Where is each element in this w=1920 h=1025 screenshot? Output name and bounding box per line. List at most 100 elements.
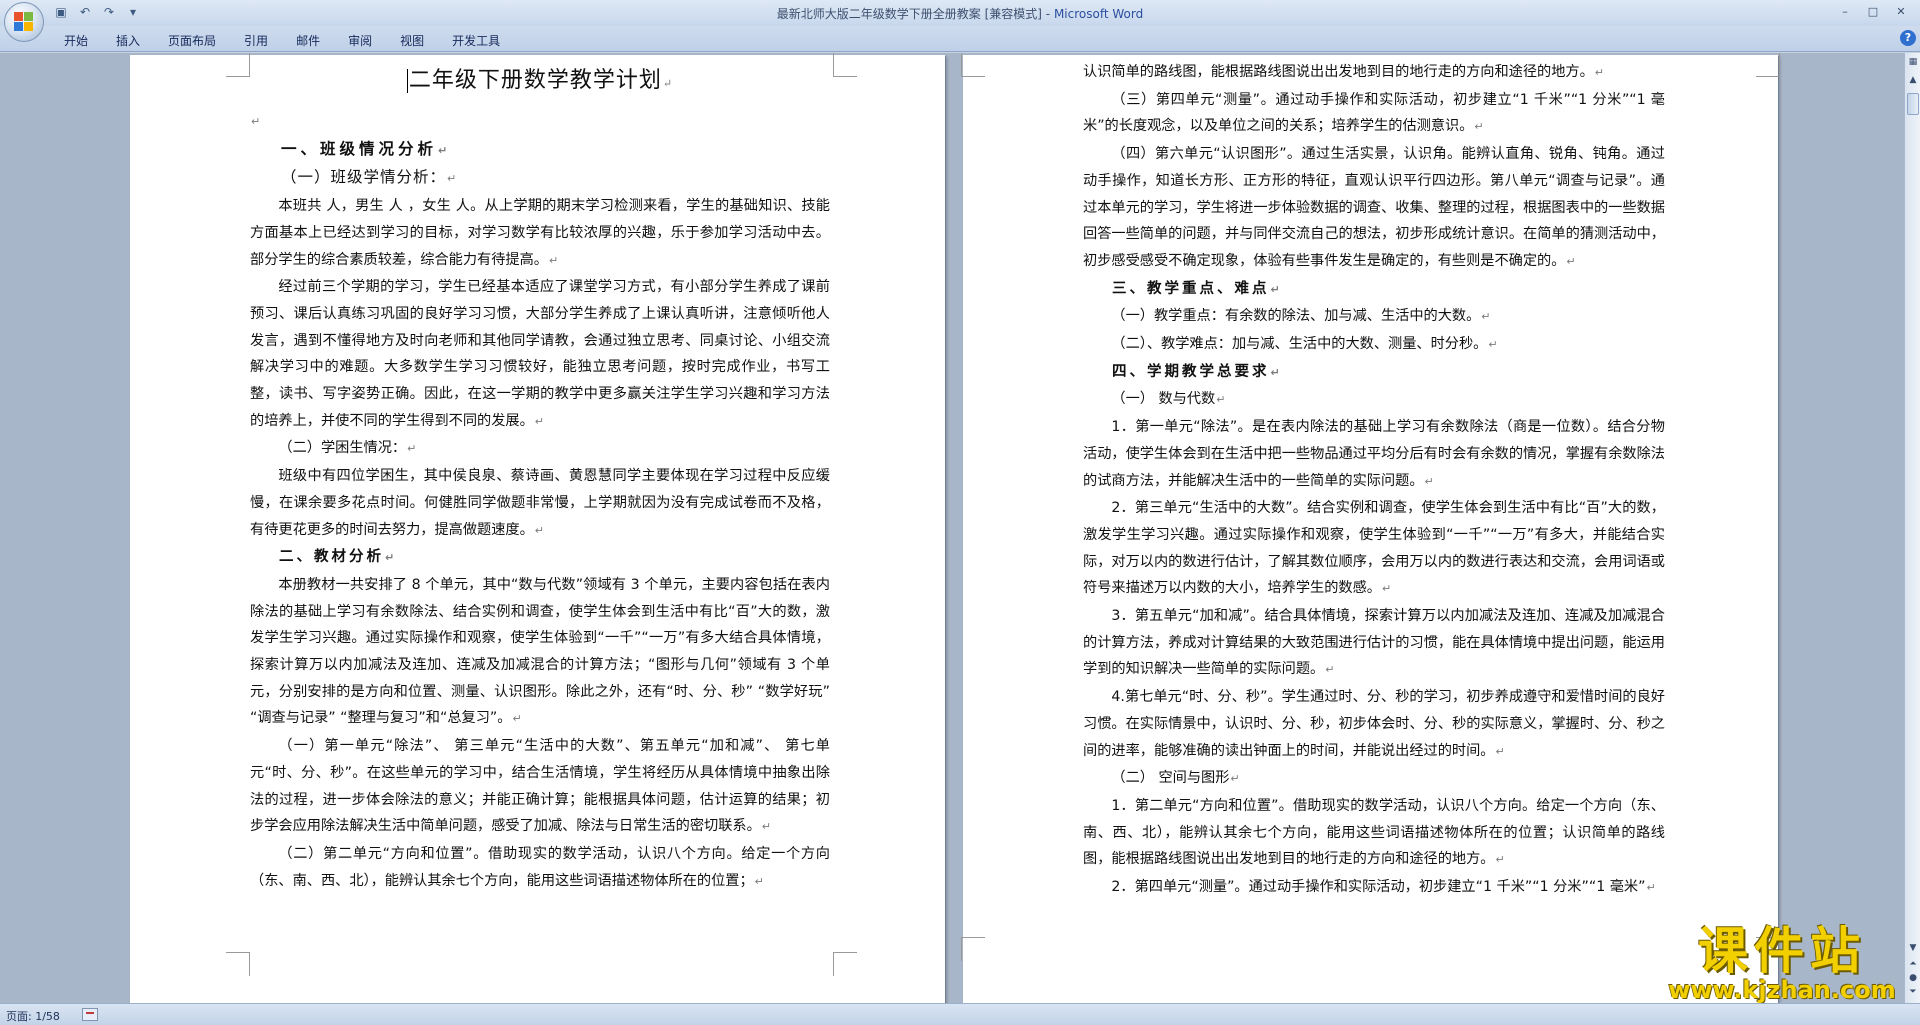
crop-mark <box>1756 53 1780 77</box>
document-paragraph[interactable]: 二、教材分析↵ <box>250 544 830 572</box>
document-paragraph[interactable]: （一）教学重点：有余数的除法、加与减、生活中的大数。↵ <box>1083 303 1665 331</box>
office-logo-icon <box>14 12 34 32</box>
paragraph-text: 1．第一单元“除法”。是在表内除法的基础上学习有余数除法（商是一位数）。结合分物… <box>1083 419 1665 489</box>
paragraph-text: 一、班级情况分析 <box>281 139 438 158</box>
document-paragraph[interactable]: 三、教学重点、难点↵ <box>1083 276 1665 304</box>
document-paragraph[interactable]: 认识简单的路线图，能根据路线图说出出发地到目的地行走的方向和途径的地方。↵ <box>1083 59 1665 87</box>
document-paragraph[interactable]: 本班共 人，男生 人 ，女生 人。从上学期的期末学习检测来看，学生的基础知识、技… <box>250 193 830 274</box>
paragraph-text: （二）学困生情况： <box>278 440 407 457</box>
ribbon-tab[interactable]: 开始 <box>50 30 102 51</box>
title-bar: ▣ ↶ ↷ ▾ 最新北师大版二年级数学下册全册教案 [兼容模式] - Micro… <box>0 0 1920 26</box>
app-name: Microsoft Word <box>1053 7 1144 21</box>
document-paragraph[interactable]: （二）第二单元“方向和位置”。借助现实的数学活动，认识八个方向。给定一个方向（东… <box>250 841 830 895</box>
paragraph-text: （三）第四单元“测量”。通过动手操作和实际活动，初步建立“1 千米”“1 分米”… <box>1083 91 1665 135</box>
paragraph-text: （二）第二单元“方向和位置”。借助现实的数学活动，认识八个方向。给定一个方向（东… <box>250 845 830 889</box>
document-paragraph[interactable]: （四）第六单元“认识图形”。通过生活实景，认识角。能辨认直角、锐角、钝角。通过动… <box>1083 141 1665 276</box>
vertical-scrollbar[interactable]: ▦ ▲ ▼ ⏶ ● ⏷ <box>1904 53 1920 1003</box>
ribbon-tab[interactable]: 插入 <box>102 30 154 51</box>
scroll-thumb[interactable] <box>1907 93 1919 115</box>
ribbon-tab[interactable]: 引用 <box>230 30 282 51</box>
document-page-2[interactable]: 认识简单的路线图，能根据路线图说出出发地到目的地行走的方向和途径的地方。↵ （三）… <box>961 53 1780 1003</box>
paragraph-text: 二、教材分析 <box>279 549 384 566</box>
previous-page-icon[interactable]: ⏶ <box>1906 957 1920 971</box>
crop-mark <box>833 952 857 976</box>
paragraph-text: 4.第七单元“时、分、秒”。学生通过时、分、秒的学习，初步养成遵守和爱惜时间的良… <box>1083 689 1665 759</box>
text-cursor <box>406 69 408 93</box>
ruler-toggle-icon[interactable]: ▦ <box>1906 55 1920 69</box>
document-paragraph[interactable]: 本册教材一共安排了 8 个单元，其中“数与代数”领域有 3 个单元，主要内容包括… <box>250 572 830 733</box>
ribbon-tab[interactable]: 审阅 <box>334 30 386 51</box>
paragraph-text: 2．第四单元“测量”。通过动手操作和实际活动，初步建立“1 千米”“1 分米”“… <box>1111 879 1646 896</box>
document-paragraph[interactable]: 1．第二单元“方向和位置”。借助现实的数学活动，认识八个方向。给定一个方向（东、… <box>1083 793 1665 874</box>
paragraph-mark-icon: ↵ <box>438 143 452 157</box>
document-paragraph[interactable]: 一、班级情况分析↵ <box>250 136 830 165</box>
ribbon-tab[interactable]: 页面布局 <box>154 30 230 51</box>
document-heading: 二年级下册数学教学计划↵ <box>406 68 674 93</box>
paragraph-text: 认识简单的路线图，能根据路线图说出出发地到目的地行走的方向和途径的地方。 <box>1083 64 1594 80</box>
ribbon-tab[interactable]: 邮件 <box>282 30 334 51</box>
document-paragraph[interactable]: 2．第三单元“生活中的大数”。结合实例和调查，使学生体会到生活中有比“百”大的数… <box>1083 495 1665 603</box>
document-workspace[interactable]: 二年级下册数学教学计划↵ ↵ 一、班级情况分析↵ （一）班级学情分析：↵ 本班共 人，… <box>0 53 1904 1003</box>
watermark-url: www.kjzhan.com <box>1668 976 1896 1004</box>
paragraph-mark-icon: ↵ <box>1230 772 1240 786</box>
document-paragraph[interactable]: ↵ <box>250 108 830 136</box>
document-paragraph[interactable]: 班级中有四位学困生，其中侯良泉、蔡诗画、黄恩慧同学主要体现在学习过程中反应缓慢，… <box>250 463 830 544</box>
document-paragraph[interactable]: （一）班级学情分析：↵ <box>250 164 830 193</box>
paragraph-text: 本班共 人，男生 人 ，女生 人。从上学期的期末学习检测来看，学生的基础知识、技… <box>250 198 830 268</box>
document-paragraph[interactable]: （二）学困生情况：↵ <box>250 435 830 463</box>
paragraph-text: （一）第一单元“除法”、 第三单元“生活中的大数”、第五单元“加和减”、 第七单… <box>250 738 830 835</box>
document-paragraph[interactable]: 4.第七单元“时、分、秒”。学生通过时、分、秒的学习，初步养成遵守和爱惜时间的良… <box>1083 684 1665 765</box>
page-1-text[interactable]: 二年级下册数学教学计划↵ ↵ 一、班级情况分析↵ （一）班级学情分析：↵ 本班共 人，… <box>250 61 830 895</box>
document-paragraph[interactable]: （一） 数与代数↵ <box>1083 386 1665 414</box>
document-paragraph[interactable]: 2．第四单元“测量”。通过动手操作和实际活动，初步建立“1 千米”“1 分米”“… <box>1083 874 1665 902</box>
proofing-status-icon[interactable] <box>82 1008 98 1021</box>
paragraph-mark-icon: ↵ <box>1566 254 1576 268</box>
paragraph-mark-icon: ↵ <box>534 414 544 428</box>
paragraph-mark-icon: ↵ <box>407 442 417 456</box>
ribbon-tabs: 开始 插入 页面布局 引用 邮件 审阅 视图 开发工具 <box>50 30 514 51</box>
document-paragraph[interactable]: （二） 空间与图形↵ <box>1083 765 1665 793</box>
document-paragraph[interactable]: 3．第五单元“加和减”。结合具体情境，探索计算万以内加减法及连加、连减及加减混合… <box>1083 603 1665 684</box>
document-paragraph[interactable]: 1．第一单元“除法”。是在表内除法的基础上学习有余数除法（商是一位数）。结合分物… <box>1083 414 1665 495</box>
paragraph-mark-icon: ↵ <box>1495 744 1505 758</box>
paragraph-mark-icon: ↵ <box>1488 338 1498 352</box>
paragraph-mark-icon: ↵ <box>754 874 764 888</box>
watermark-logo: 课件站 www.kjzhan.com <box>1662 925 1902 1004</box>
paragraph-mark-icon: ↵ <box>1646 881 1656 895</box>
office-button[interactable] <box>4 2 44 42</box>
paragraph-mark-icon: ↵ <box>534 523 544 537</box>
browse-object-icon[interactable]: ● <box>1906 971 1920 985</box>
crop-mark <box>226 53 250 77</box>
scroll-down-icon[interactable]: ▼ <box>1906 941 1920 955</box>
document-paragraph[interactable]: 四、学期教学总要求↵ <box>1083 359 1665 387</box>
paragraph-mark-icon: ↵ <box>1481 310 1491 324</box>
maximize-button[interactable]: □ <box>1860 2 1886 20</box>
window-title: 最新北师大版二年级数学下册全册教案 [兼容模式] - Microsoft Wor… <box>776 7 1144 21</box>
paragraph-text: （四）第六单元“认识图形”。通过生活实景，认识角。能辨认直角、锐角、钝角。通过动… <box>1083 146 1665 269</box>
paragraph-text: （二）、教学难点：加与减、生活中的大数、测量、时分秒。 <box>1111 336 1488 353</box>
paragraph-mark-icon: ↵ <box>385 551 398 565</box>
document-paragraph[interactable]: （三）第四单元“测量”。通过动手操作和实际活动，初步建立“1 千米”“1 分米”… <box>1083 87 1665 141</box>
document-paragraph[interactable]: 经过前三个学期的学习，学生已经基本适应了课堂学习方式，有小部分学生养成了课前预习… <box>250 274 830 435</box>
paragraph-mark-icon: ↵ <box>1325 663 1335 677</box>
document-paragraph[interactable]: （一）第一单元“除法”、 第三单元“生活中的大数”、第五单元“加和减”、 第七单… <box>250 733 830 841</box>
ribbon-tab[interactable]: 视图 <box>386 30 438 51</box>
help-icon[interactable]: ? <box>1900 30 1916 46</box>
page-count-indicator[interactable]: 页面: 1/58 <box>6 1008 60 1024</box>
paragraph-mark-icon: ↵ <box>251 115 261 128</box>
document-page-1[interactable]: 二年级下册数学教学计划↵ ↵ 一、班级情况分析↵ （一）班级学情分析：↵ 本班共 人，… <box>130 53 945 1003</box>
close-button[interactable]: ✕ <box>1888 2 1914 20</box>
paragraph-mark-icon: ↵ <box>1474 120 1484 134</box>
page-2-text[interactable]: 认识简单的路线图，能根据路线图说出出发地到目的地行走的方向和途径的地方。↵ （三）… <box>1083 59 1665 902</box>
paragraph-mark-icon: ↵ <box>1495 853 1505 867</box>
paragraph-mark-icon: ↵ <box>447 172 458 186</box>
crop-mark <box>226 952 250 976</box>
paragraph-text: （一）班级学情分析： <box>281 168 447 187</box>
paragraph-text: （一）教学重点：有余数的除法、加与减、生活中的大数。 <box>1111 308 1481 325</box>
scroll-up-icon[interactable]: ▲ <box>1906 73 1920 87</box>
document-paragraph[interactable]: （二）、教学难点：加与减、生活中的大数、测量、时分秒。↵ <box>1083 331 1665 359</box>
crop-mark <box>961 53 985 77</box>
next-page-icon[interactable]: ⏷ <box>1906 985 1920 999</box>
minimize-button[interactable]: – <box>1832 2 1858 20</box>
ribbon-tab[interactable]: 开发工具 <box>438 30 514 51</box>
